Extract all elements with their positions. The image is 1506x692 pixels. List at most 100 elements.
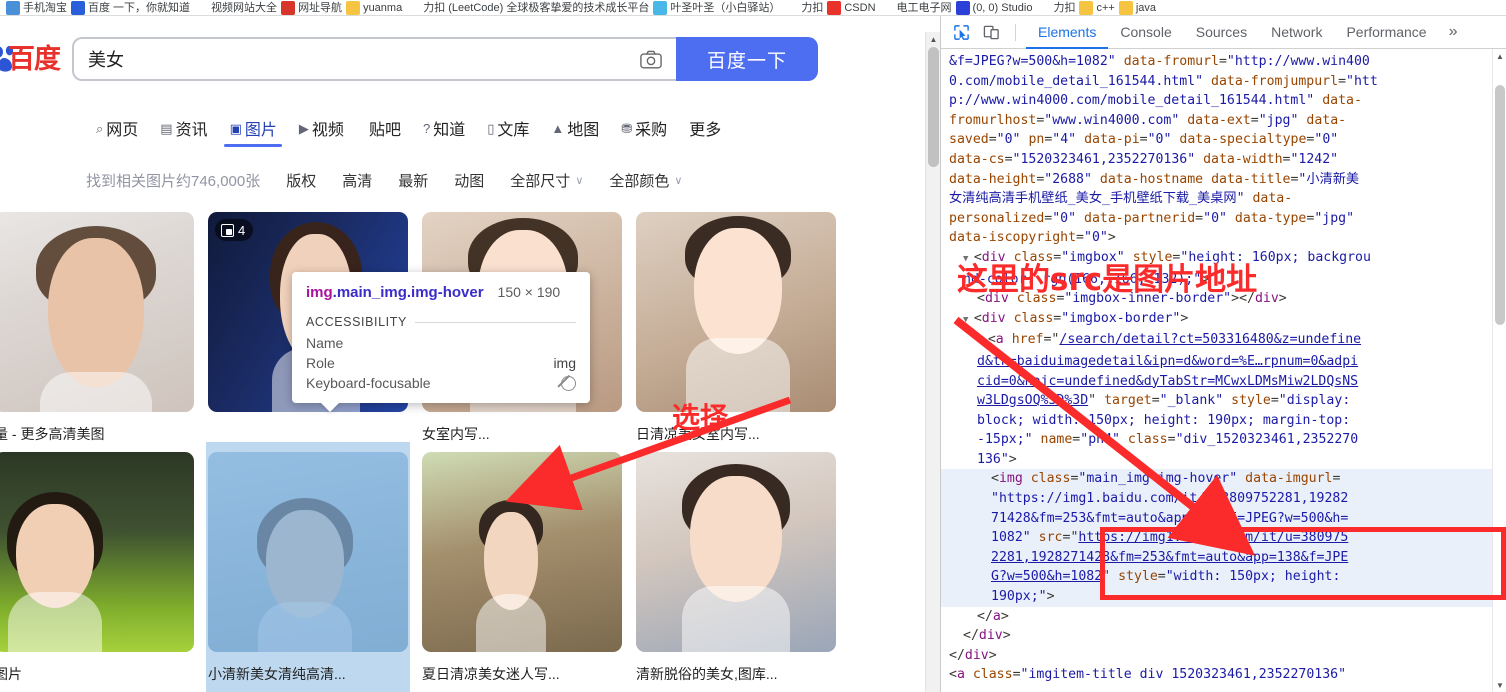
code-line[interactable]: 1082" src="https://img1.baidu.com/it/u=3… (941, 528, 1506, 548)
page-scroll-thumb[interactable] (928, 47, 939, 167)
nav-tab-2[interactable]: ▣ 图片 (230, 116, 277, 147)
code-line[interactable]: nd-color: rgb(166, 166, 132);"> (941, 270, 1506, 290)
image-result-card[interactable]: 夏日清凉美女迷人写... (422, 452, 622, 684)
bookmark-item[interactable]: 手机淘宝 (6, 1, 67, 15)
code-line[interactable]: 女清纯高清手机壁纸_美女_手机壁纸下载_美桌网" data- (941, 189, 1506, 209)
code-line[interactable]: data-height="2688" data-hostname data-ti… (941, 170, 1506, 190)
devtools-tab-console[interactable]: Console (1108, 16, 1183, 49)
code-token-link[interactable]: /search/detail?ct=503316480&z=undefine (1059, 332, 1361, 347)
nav-tab-0[interactable]: ⌕ 网页 (96, 116, 138, 147)
image-result-card[interactable]: 量 - 更多高清美图 (0, 212, 194, 444)
expand-triangle-icon[interactable]: ▼ (977, 336, 988, 346)
result-thumbnail[interactable] (636, 452, 836, 652)
nav-tab-9[interactable]: 更多 (689, 116, 721, 147)
code-line[interactable]: saved="0" pn="4" data-pi="0" data-specia… (941, 130, 1506, 150)
code-line[interactable]: -15px;" name="pn4" class="div_1520323461… (941, 430, 1506, 450)
image-result-card[interactable]: 清新脱俗的美女,图库... (636, 452, 836, 684)
result-caption[interactable]: 图片 (0, 664, 194, 684)
filter-高清[interactable]: 高清 (342, 170, 372, 191)
bookmark-item[interactable]: c++ (1079, 1, 1115, 15)
devtools-tab-performance[interactable]: Performance (1334, 16, 1438, 49)
code-line[interactable]: personalized="0" data-partnerid="0" data… (941, 209, 1506, 229)
code-token-link[interactable]: G?w=500&h=1082 (991, 569, 1102, 584)
bookmark-item[interactable]: yuanma (346, 1, 402, 15)
devtools-scroll-thumb[interactable] (1495, 85, 1505, 325)
device-toolbar-icon[interactable] (977, 19, 1005, 45)
code-line[interactable]: "https://img1.baidu.com/it/u=3809752281,… (941, 489, 1506, 509)
devtools-tab-network[interactable]: Network (1259, 16, 1334, 49)
result-caption[interactable]: 量 - 更多高清美图 (0, 424, 194, 444)
bookmark-item[interactable]: 力扣 (LeetCode) 全球极客挚爱的技术成长平台 (406, 1, 649, 15)
devtools-elements-tree[interactable]: &f=JPEG?w=500&h=1082" data-fromurl="http… (941, 49, 1506, 692)
code-line[interactable]: 0.com/mobile_detail_161544.html" data-fr… (941, 72, 1506, 92)
nav-tab-5[interactable]: ? 知道 (423, 116, 465, 147)
code-line[interactable]: fromurlhost="www.win4000.com" data-ext="… (941, 111, 1506, 131)
code-line[interactable]: </a> (941, 607, 1506, 627)
scroll-up-arrow[interactable]: ▲ (926, 32, 940, 47)
code-line[interactable]: d&tn=baiduimagedetail&ipn=d&word=%E…rpnu… (941, 352, 1506, 372)
expand-triangle-icon[interactable]: ▼ (963, 315, 974, 325)
result-thumbnail[interactable] (0, 212, 194, 412)
code-token-link[interactable]: https://img1.baidu.com/it/u=380975 (1078, 530, 1348, 545)
code-token-link[interactable]: 2281,1928271428&fm=253&fmt=auto&app=138&… (991, 550, 1348, 565)
page-scrollbar[interactable]: ▲ (925, 32, 940, 692)
code-line[interactable]: 71428&fm=253&fmt=auto&app=138&f=JPEG?w=5… (941, 508, 1506, 529)
bookmark-item[interactable]: 视频网站大全 (194, 1, 277, 15)
bookmark-item[interactable]: 力扣 (1036, 1, 1075, 15)
image-result-card[interactable]: 小清新美女清纯高清... (206, 442, 410, 692)
result-thumbnail[interactable] (422, 452, 622, 652)
bookmark-item[interactable]: 网址导航 (281, 1, 342, 15)
bookmark-item[interactable]: 叶圣叶圣（小白驿站） (653, 1, 780, 15)
result-caption[interactable]: 日清凉美女室内写... (636, 424, 836, 444)
code-line[interactable]: </div> (941, 626, 1506, 646)
expand-triangle-icon[interactable]: ▼ (963, 254, 974, 264)
code-line[interactable]: <div class="imgbox-inner-border"></div> (941, 289, 1506, 309)
image-result-card[interactable]: 日清凉美女室内写... (636, 212, 836, 444)
result-caption[interactable]: 夏日清凉美女迷人写... (422, 664, 622, 684)
bookmark-item[interactable]: 百度 一下，你就知道 (71, 1, 190, 15)
bookmark-item[interactable]: 电工电子网 (879, 1, 952, 15)
result-caption[interactable]: 小清新美女清纯高清... (208, 664, 408, 684)
bookmark-item[interactable]: java (1118, 1, 1156, 15)
code-line[interactable]: 2281,1928271428&fm=253&fmt=auto&app=138&… (941, 547, 1506, 568)
code-line[interactable]: data-cs="1520323461,2352270136" data-wid… (941, 150, 1506, 170)
code-line[interactable]: w3LDgsOQ%3D%3D" target="_blank" style="d… (941, 391, 1506, 411)
chevron-right-double-icon[interactable]: » (1441, 23, 1466, 41)
browser-bookmark-bar[interactable]: 手机淘宝 百度 一下，你就知道 视频网站大全 网址导航 yuanma 力扣 (LeetCo… (0, 0, 1506, 16)
filter-动图[interactable]: 动图 (454, 170, 484, 191)
code-token-link[interactable]: cid=0&nojc=undefined&dyTabStr=MCwxLDMsMi… (977, 374, 1358, 389)
devtools-tab-list[interactable]: Elements Console Sources Network Performance (1026, 16, 1439, 49)
filter-dropdown-全部尺寸[interactable]: 全部尺寸 ∨ (510, 170, 583, 191)
search-submit-button[interactable]: 百度一下 (676, 37, 818, 81)
filter-版权[interactable]: 版权 (286, 170, 316, 191)
result-thumbnail[interactable] (208, 452, 408, 652)
result-thumbnail[interactable] (636, 212, 836, 412)
code-line[interactable]: 190px;"> (941, 587, 1506, 607)
code-line[interactable]: 136"> (941, 450, 1506, 470)
filter-dropdown-全部颜色[interactable]: 全部颜色 ∨ (609, 170, 682, 191)
result-thumbnail[interactable] (0, 452, 194, 652)
bookmark-item[interactable]: 力扣 (784, 1, 823, 15)
camera-icon[interactable] (638, 46, 664, 72)
code-line[interactable]: <a class="imgitem-title div 1520323461,2… (941, 665, 1506, 685)
nav-tab-8[interactable]: ⛃ 采购 (621, 116, 667, 147)
vertical-nav-tabs[interactable]: ⌕ 网页 ▤ 资讯 ▣ 图片 ▶ 视频 贴吧? 知道 ▯ 文库 ▲ 地图 ⛃ 采购 更多 (96, 116, 721, 147)
image-result-card[interactable]: 图片 (0, 452, 194, 684)
search-input[interactable] (88, 48, 638, 70)
code-line[interactable]: </div> (941, 646, 1506, 666)
bookmark-item[interactable]: CSDN (827, 1, 876, 15)
nav-tab-6[interactable]: ▯ 文库 (487, 116, 529, 147)
code-line[interactable]: ▼ <div class="imgbox-border"> (941, 309, 1506, 331)
nav-tab-1[interactable]: ▤ 资讯 (160, 116, 207, 147)
nav-tab-3[interactable]: ▶ 视频 (299, 116, 344, 147)
nav-tab-4[interactable]: 贴吧 (366, 116, 401, 147)
filter-最新[interactable]: 最新 (398, 170, 428, 191)
code-line[interactable]: ▼ <a href="/search/detail?ct=503316480&z… (941, 330, 1506, 352)
code-line[interactable]: G?w=500&h=1082" style="width: 150px; hei… (941, 567, 1506, 588)
result-caption[interactable]: 女室内写... (422, 424, 622, 444)
devtools-scroll-down-arrow[interactable]: ▼ (1493, 678, 1506, 692)
devtools-tab-elements[interactable]: Elements (1026, 16, 1109, 49)
code-line[interactable]: block; width: 150px; height: 190px; marg… (941, 411, 1506, 431)
devtools-scrollbar[interactable]: ▲ ▼ (1492, 49, 1506, 692)
devtools-scroll-up-arrow[interactable]: ▲ (1493, 49, 1506, 63)
